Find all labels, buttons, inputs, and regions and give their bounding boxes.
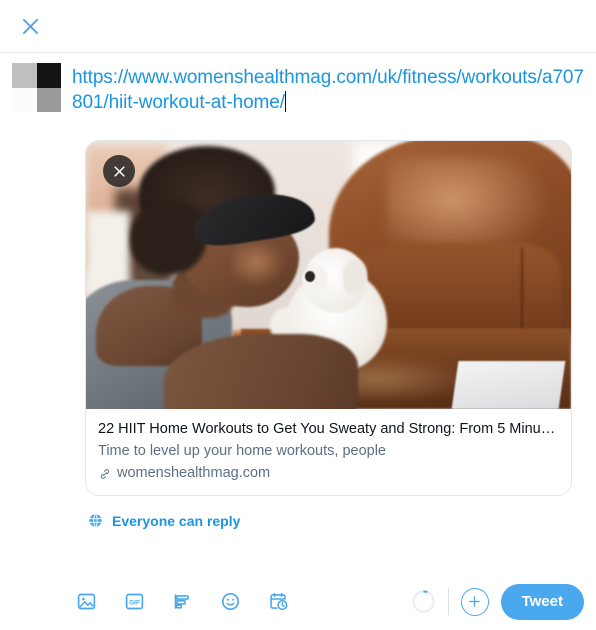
link-card-image — [86, 141, 571, 409]
link-chain-icon — [100, 468, 110, 479]
schedule-tweet-button[interactable] — [262, 586, 294, 618]
compose-toolbar: GIF Tweet — [0, 572, 596, 630]
link-card-title: 22 HIIT Home Workouts to Get You Sweaty … — [98, 421, 559, 437]
tweet-text-input[interactable]: https://www.womenshealthmag.com/uk/fitne… — [72, 65, 584, 115]
add-emoji-button[interactable] — [214, 586, 246, 618]
emoji-icon — [221, 592, 239, 611]
compose-tweet-dialog: https://www.womenshealthmag.com/uk/fitne… — [0, 0, 596, 630]
poll-icon — [174, 594, 189, 609]
compose-body: https://www.womenshealthmag.com/uk/fitne… — [0, 53, 596, 572]
link-card-body: 22 HIIT Home Workouts to Get You Sweaty … — [86, 409, 571, 495]
svg-text:GIF: GIF — [129, 599, 140, 606]
text-caret — [284, 91, 286, 112]
close-icon — [22, 18, 38, 34]
gif-icon: GIF — [125, 593, 143, 610]
link-preview-card[interactable]: 22 HIIT Home Workouts to Get You Sweaty … — [85, 140, 572, 496]
avatar-block-4 — [36, 87, 61, 112]
toolbar-right-group: Tweet — [411, 583, 584, 620]
tweet-text-value: https://www.womenshealthmag.com/uk/fitne… — [72, 67, 584, 113]
close-icon — [113, 165, 125, 177]
tweet-button[interactable]: Tweet — [500, 583, 584, 620]
photo-woman-cheek — [231, 242, 285, 286]
globe-icon — [88, 513, 103, 528]
add-poll-button[interactable] — [166, 586, 198, 618]
link-card-domain-text: womenshealthmag.com — [117, 465, 271, 481]
toolbar-icons: GIF — [70, 586, 294, 618]
photo-laptop — [451, 360, 565, 409]
photo-dog-nose — [305, 270, 315, 282]
preview-photo — [86, 141, 571, 409]
avatar-block-2 — [36, 63, 61, 88]
add-tweet-button[interactable] — [460, 587, 489, 616]
character-count-ring — [411, 590, 435, 613]
dialog-header — [0, 0, 596, 53]
avatar-block-1 — [12, 63, 37, 88]
close-dialog-button[interactable] — [12, 8, 48, 44]
compose-row: https://www.womenshealthmag.com/uk/fitne… — [12, 63, 584, 115]
add-gif-button[interactable]: GIF — [118, 586, 150, 618]
link-card-description: Time to level up your home workouts, peo… — [98, 443, 386, 459]
link-card-domain: womenshealthmag.com — [98, 464, 559, 483]
tweet-editor[interactable]: https://www.womenshealthmag.com/uk/fitne… — [72, 63, 584, 115]
remove-media-button[interactable] — [103, 155, 135, 187]
add-media-button[interactable] — [70, 586, 102, 618]
avatar-block-3 — [12, 87, 37, 112]
schedule-icon — [269, 592, 287, 611]
media-icon — [77, 593, 95, 610]
photo-armchair-seam — [521, 248, 523, 329]
toolbar-divider — [447, 588, 449, 615]
reply-scope-label: Everyone can reply — [112, 512, 241, 529]
plus-icon — [469, 596, 480, 607]
avatar[interactable] — [12, 63, 61, 112]
link-card-area: 22 HIIT Home Workouts to Get You Sweaty … — [12, 140, 584, 496]
reply-scope-button[interactable]: Everyone can reply — [12, 496, 584, 529]
